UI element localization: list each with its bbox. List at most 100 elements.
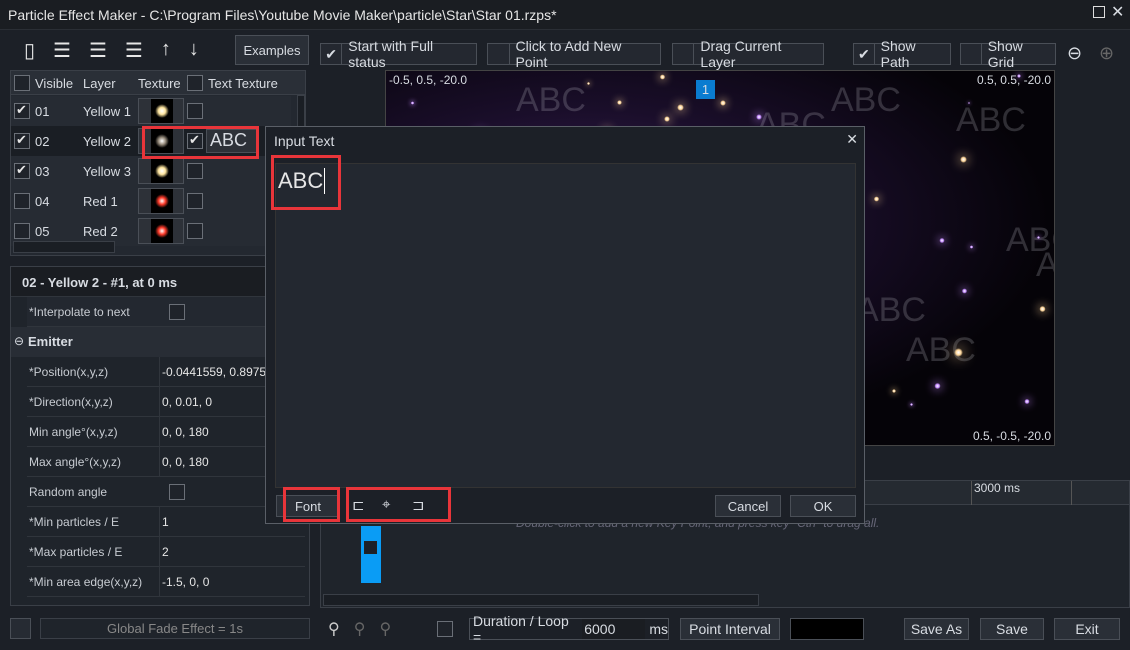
property-row[interactable]: Random angle	[27, 477, 305, 507]
property-row[interactable]: Min angle°(x,y,z) 0, 0, 180	[27, 417, 305, 447]
delete-all-layers-icon[interactable]: ☰	[125, 38, 143, 63]
input-text-dialog: Input Text ✕ ABC Font ⊏ ⌖ ⊐ Cancel OK	[265, 126, 865, 524]
title-bar: Particle Effect Maker - C:\Program Files…	[0, 0, 1130, 30]
horizontal-scrollbar[interactable]	[13, 241, 115, 253]
global-fade-label: Global Fade Effect = 1s	[40, 618, 310, 639]
particle	[1039, 306, 1046, 313]
duration-label: Duration / Loop =	[473, 613, 569, 645]
visible-checkbox[interactable]	[14, 223, 30, 239]
dialog-title: Input Text	[274, 133, 335, 149]
highlight-align	[346, 487, 451, 522]
show-path-toggle[interactable]: ✔ Show Path	[853, 38, 951, 70]
key-point-bar[interactable]	[361, 526, 381, 583]
properties-title: 02 - Yellow 2 - #1, at 0 ms	[22, 275, 178, 290]
texture-thumbnail[interactable]	[138, 158, 184, 184]
save-as-button[interactable]: Save As	[904, 618, 969, 640]
table-header: Visible Layer Texture Text Texture	[11, 71, 305, 95]
visible-checkbox[interactable]	[14, 132, 30, 149]
highlight-text-texture	[142, 126, 259, 159]
collapse-icon[interactable]: ⊖	[14, 334, 24, 348]
text-texture-checkbox[interactable]	[187, 103, 203, 119]
property-row[interactable]: Max angle°(x,y,z) 0, 0, 180	[27, 447, 305, 477]
select-all-checkbox[interactable]	[14, 75, 30, 91]
property-row[interactable]: *Min area edge(x,y,z) -1.5, 0, 0	[27, 567, 305, 597]
particle	[756, 113, 763, 120]
section-emitter: Emitter	[28, 334, 73, 349]
interpolate-checkbox[interactable]	[169, 304, 185, 320]
random-angle-checkbox[interactable]	[169, 484, 185, 500]
text-input-area[interactable]: ABC	[275, 163, 856, 488]
delete-layer-icon[interactable]: ☰	[89, 38, 107, 63]
visible-checkbox[interactable]	[14, 162, 30, 179]
property-row[interactable]: *Position(x,y,z) -0.0441559, 0.8975	[27, 357, 305, 387]
delete-key-icon[interactable]: ⚲	[354, 619, 366, 639]
move-up-icon[interactable]: ↑	[161, 38, 171, 63]
loop-checkbox[interactable]	[437, 621, 453, 637]
timeline-tick: 3000 ms	[974, 481, 1021, 495]
zoom-out-icon[interactable]: ⊖	[1067, 43, 1082, 64]
visible-checkbox[interactable]	[14, 102, 30, 119]
show-grid-toggle[interactable]: Show Grid	[960, 38, 1056, 70]
abc-text-particle: ABC	[831, 81, 901, 119]
particle	[677, 104, 684, 111]
delete-all-keys-icon[interactable]: ⚲	[379, 619, 391, 639]
color-swatch[interactable]	[790, 618, 864, 640]
particle	[664, 115, 671, 122]
particle	[410, 101, 415, 105]
particle	[959, 156, 968, 164]
particle	[939, 237, 945, 244]
window-title: Particle Effect Maker - C:\Program Files…	[8, 7, 557, 23]
text-texture-checkbox[interactable]	[187, 163, 203, 179]
abc-text-particle: ABC	[1036, 246, 1054, 285]
start-full-status-toggle[interactable]: ✔ Start with Full status	[320, 38, 477, 70]
zoom-in-icon[interactable]: ⊕	[1099, 43, 1114, 64]
text-texture-all-checkbox[interactable]	[187, 75, 203, 91]
close-button[interactable]: ✕	[1111, 2, 1124, 22]
coord-top-right: 0.5, 0.5, -20.0	[976, 73, 1051, 87]
abc-text-particle: ABC	[516, 81, 586, 119]
particle	[659, 74, 666, 80]
texture-thumbnail[interactable]	[138, 188, 184, 214]
exit-button[interactable]: Exit	[1054, 618, 1120, 640]
text-texture-checkbox[interactable]	[187, 223, 203, 239]
move-down-icon[interactable]: ↓	[189, 38, 199, 63]
duration-input[interactable]: 6000	[582, 619, 646, 639]
maximize-button[interactable]	[1093, 6, 1105, 18]
layer-row[interactable]: 04 Red 1	[11, 186, 291, 216]
abc-text-particle: ABC	[856, 291, 926, 329]
drag-layer-toggle[interactable]: Drag Current Layer	[672, 38, 824, 70]
visible-checkbox[interactable]	[14, 193, 30, 209]
property-row[interactable]: *Max particles / E2	[27, 537, 305, 567]
layer-row[interactable]: 01 Yellow 1	[11, 96, 291, 126]
abc-text-particle: ABC	[906, 331, 976, 369]
examples-button[interactable]: Examples	[235, 35, 309, 65]
add-layer-icon[interactable]: ☰	[53, 38, 71, 63]
fade-checkbox[interactable]	[10, 618, 31, 639]
cancel-button[interactable]: Cancel	[715, 495, 781, 517]
highlight-font	[283, 487, 340, 522]
property-row[interactable]: *Direction(x,y,z) 0, 0.01, 0	[27, 387, 305, 417]
point-interval-button[interactable]: Point Interval	[680, 618, 780, 640]
save-button[interactable]: Save	[980, 618, 1044, 640]
add-key-icon[interactable]: ⚲	[328, 619, 340, 639]
abc-text-particle: ABC	[956, 101, 1026, 139]
particle	[586, 81, 591, 86]
open-icon[interactable]: ▯	[24, 38, 35, 63]
particle	[1024, 398, 1030, 405]
text-texture-checkbox[interactable]	[187, 193, 203, 209]
ok-button[interactable]: OK	[790, 495, 856, 517]
click-add-point-toggle[interactable]: Click to Add New Point	[487, 38, 661, 70]
dialog-close-button[interactable]: ✕	[846, 131, 858, 148]
particle	[720, 100, 726, 106]
highlight-text-input	[271, 155, 341, 210]
particle	[873, 195, 880, 202]
texture-thumbnail[interactable]	[138, 98, 184, 124]
particle	[969, 245, 974, 250]
layer-row[interactable]: 03 Yellow 3	[11, 156, 291, 186]
texture-thumbnail[interactable]	[138, 218, 184, 244]
layers-table: Visible Layer Texture Text Texture 01 Ye…	[10, 70, 306, 256]
coord-top-left: -0.5, 0.5, -20.0	[389, 73, 468, 87]
property-row[interactable]: *Min particles / E1	[27, 507, 305, 537]
point-badge[interactable]: 1	[696, 80, 715, 99]
timeline-scrollbar[interactable]	[323, 594, 759, 606]
